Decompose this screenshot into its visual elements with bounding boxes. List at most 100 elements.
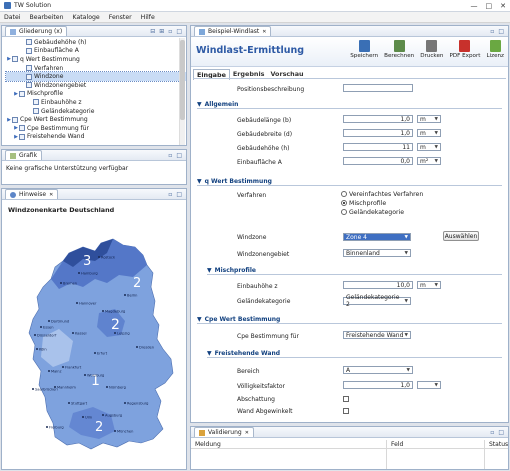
minimize-view-icon[interactable]: ▫ <box>490 28 494 35</box>
outline-item-label: Cpe Bestimmung für <box>27 124 89 132</box>
city-label: Kassel <box>75 332 86 336</box>
outline-item[interactable]: Verfahren <box>6 64 186 73</box>
minimize-view-icon[interactable]: ▫ <box>490 429 494 436</box>
maximize-view-icon[interactable]: □ <box>176 28 182 35</box>
menu-datei[interactable]: Datei <box>4 14 21 21</box>
toolbar-button-speichern[interactable]: Speichern <box>350 40 378 59</box>
outline-item[interactable]: Windzonengebiet <box>6 81 186 90</box>
voelligkeit-input[interactable]: 1,0 <box>343 381 413 389</box>
outline-item-label: q Wert Bestimmung <box>20 55 80 63</box>
section-freistehend[interactable]: ▼ Freistehende Wand <box>207 350 280 357</box>
cpe-select[interactable]: Freistehende Wand ▼ <box>343 331 411 339</box>
radio-button[interactable] <box>341 191 347 197</box>
collapse-all-icon[interactable]: ⊟ <box>150 28 155 35</box>
node-icon <box>19 90 25 97</box>
editor-tab-label: Beispiel-Windlast <box>208 28 260 35</box>
radio-button-selected[interactable] <box>341 200 347 206</box>
maximize-icon[interactable]: □ <box>486 2 493 10</box>
maximize-view-icon[interactable]: □ <box>176 152 182 159</box>
city-label: Berlin <box>127 294 137 298</box>
toolbar-button-pdf-export[interactable]: PDF Export <box>449 40 480 59</box>
section-divider <box>197 323 502 324</box>
maximize-view-icon[interactable]: □ <box>498 429 504 436</box>
radio-mischprofile[interactable]: Mischprofile <box>341 200 423 209</box>
collapse-icon[interactable]: ▼ <box>197 101 202 108</box>
abgewinkelt-checkbox[interactable] <box>343 408 349 414</box>
menu-bearbeiten[interactable]: Bearbeiten <box>30 14 64 21</box>
abschattung-checkbox[interactable] <box>343 396 349 402</box>
radio-vereinfacht[interactable]: Vereinfachtes Verfahren <box>341 191 423 200</box>
einbauhoehe-input[interactable]: 10,0 <box>343 281 413 289</box>
outline-item[interactable]: Einbaufläche A <box>6 47 186 56</box>
grafik-tab[interactable]: Grafik <box>5 150 43 160</box>
windzonengebiet-select[interactable]: Binnenland ▼ <box>343 249 411 257</box>
maximize-view-icon[interactable]: □ <box>498 28 504 35</box>
bereich-select[interactable]: A ▼ <box>343 366 413 374</box>
auswaehlen-button[interactable]: Auswählen <box>443 231 479 241</box>
outline-scrollbar[interactable] <box>179 38 185 145</box>
collapse-icon[interactable]: ▼ <box>197 316 202 323</box>
minimize-view-icon[interactable]: ▫ <box>168 152 172 159</box>
gelaende-select[interactable]: Geländekategorie 2 ▼ <box>343 294 411 308</box>
allgemein-label: Einbaufläche A <box>237 159 282 166</box>
column-meldung[interactable]: Meldung <box>195 441 221 448</box>
city-label: Augsburg <box>105 414 122 418</box>
column-status[interactable]: Status <box>489 441 508 448</box>
minimize-icon[interactable]: — <box>471 2 478 10</box>
outline-item[interactable]: Gebäudehöhe (h) <box>6 38 186 47</box>
section-qwert[interactable]: ▼ q Wert Bestimmung <box>197 178 272 185</box>
toolbar-button-drucken[interactable]: Drucken <box>420 40 443 59</box>
menu-hilfe[interactable]: Hilfe <box>141 14 155 21</box>
section-mischprofile[interactable]: ▼ Mischprofile <box>207 267 256 274</box>
collapse-icon[interactable]: ▼ <box>197 178 202 185</box>
radio-label: Mischprofile <box>349 200 387 207</box>
scrollbar-thumb[interactable] <box>180 40 185 120</box>
chevron-down-icon: ▼ <box>434 144 438 150</box>
allgemein-input[interactable]: 11 <box>343 143 413 151</box>
windzone-select[interactable]: Zone 4 ▼ <box>343 233 411 241</box>
unit-select[interactable]: m ▼ <box>417 129 441 137</box>
close-icon[interactable]: ✕ <box>245 430 249 436</box>
collapse-icon[interactable]: ▼ <box>207 267 212 274</box>
allgemein-input[interactable]: 0,0 <box>343 157 413 165</box>
outline-tab[interactable]: Gliederung (x) <box>5 26 68 36</box>
unit-select[interactable]: m ▼ <box>417 115 441 123</box>
section-allgemein[interactable]: ▼ Allgemein <box>197 101 238 108</box>
collapse-icon[interactable]: ▼ <box>207 350 212 357</box>
column-feld[interactable]: Feld <box>391 441 403 448</box>
outline-item[interactable]: ▶ q Wert Bestimmung <box>6 55 186 64</box>
outline-item[interactable]: ▶ Mischprofile <box>6 90 186 99</box>
allgemein-input[interactable]: 1,0 <box>343 115 413 123</box>
toolbar-button-lizenz[interactable]: Lizenz <box>486 40 504 59</box>
outline-item[interactable]: ▶ Cpe Bestimmung für <box>6 124 186 133</box>
unit-select[interactable]: m ▼ <box>417 143 441 151</box>
unit-select[interactable]: m² ▼ <box>417 157 441 165</box>
expand-all-icon[interactable]: ⊞ <box>159 28 164 35</box>
outline-item[interactable]: Windzone <box>5 71 186 82</box>
outline-item[interactable]: Geländekategorie <box>6 107 186 116</box>
close-icon[interactable]: ✕ <box>262 29 266 35</box>
minimize-view-icon[interactable]: ▫ <box>168 28 172 35</box>
voelligkeit-unit-select[interactable]: ▼ <box>417 381 441 389</box>
einbauhoehe-unit-select[interactable]: m ▼ <box>417 281 441 289</box>
menu-kataloge[interactable]: Kataloge <box>73 14 100 21</box>
editor-tab[interactable]: Beispiel-Windlast ✕ <box>194 26 272 36</box>
outline-item[interactable]: ▶ Freistehende Wand <box>6 133 186 142</box>
positionsbeschreibung-input[interactable] <box>343 84 413 92</box>
toolbar-button-berechnen[interactable]: Berechnen <box>384 40 414 59</box>
outline-item[interactable]: ▶ Cpe Wert Bestimmung <box>6 115 186 124</box>
allgemein-input[interactable]: 1,0 <box>343 129 413 137</box>
radio-button[interactable] <box>341 209 347 215</box>
validierung-tab[interactable]: Validierung ✕ <box>194 427 254 437</box>
close-icon[interactable]: ✕ <box>500 2 506 10</box>
outline-item[interactable]: Einbauhöhe z <box>6 98 186 107</box>
unit-value: m <box>420 115 426 123</box>
maximize-view-icon[interactable]: □ <box>176 191 182 198</box>
section-cpe[interactable]: ▼ Cpe Wert Bestimmung <box>197 316 280 323</box>
pdf-icon <box>459 40 471 52</box>
menu-fenster[interactable]: Fenster <box>109 14 132 21</box>
minimize-view-icon[interactable]: ▫ <box>168 191 172 198</box>
hinweise-tab[interactable]: Hinweise ✕ <box>5 189 59 199</box>
close-icon[interactable]: ✕ <box>49 192 53 198</box>
radio-gelaendekategorie[interactable]: Geländekategorie <box>341 209 423 218</box>
